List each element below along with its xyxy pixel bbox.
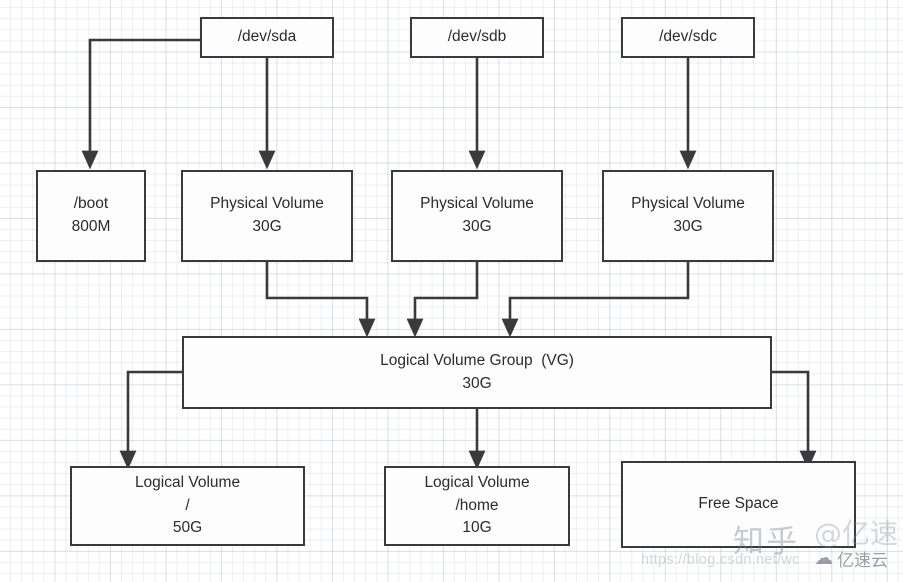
node-logical-volume-home-line-2: /home [455,496,499,514]
node-dev-sdb-line-1: /dev/sdb [447,28,507,46]
node-logical-volume-group-line-1: Logical Volume Group (VG) [380,351,574,369]
node-physical-volume-3-line-2: 30G [673,218,703,235]
node-boot-line-1: /boot [73,195,109,213]
edge-vg-to-free [772,370,817,470]
diagram-canvas: /dev/sda /dev/sdb /dev/sdc /boot 800M Ph… [0,0,903,582]
node-free-space-line-1: Free Space [698,495,779,513]
node-logical-volume-root-line-3: 50G [172,519,203,537]
edge-pv1-to-vg [265,262,376,338]
node-dev-sdc[interactable]: /dev/sdc [621,17,755,58]
edge-pv2-to-vg [406,262,479,338]
node-dev-sda[interactable]: /dev/sda [200,17,334,58]
node-logical-volume-root-line-2: / [185,496,190,514]
watermark-yisuyun: ☁ 亿速云 [814,546,888,572]
watermark-zhihu: 知乎 [733,524,799,560]
node-physical-volume-1-line-1: Physical Volume [210,195,324,213]
edge-pv3-to-vg [501,262,690,338]
node-logical-volume-group-line-2: 30G [462,374,492,392]
node-dev-sda-line-1: /dev/sda [237,28,297,46]
node-physical-volume-2-line-2: 30G [462,218,492,235]
node-logical-volume-home-line-3: 10G [462,519,492,537]
node-logical-volume-group[interactable]: Logical Volume Group (VG) 30G [182,336,772,409]
node-boot[interactable]: /boot 800M [36,170,146,262]
node-boot-line-2: 800M [71,218,111,235]
node-physical-volume-1[interactable]: Physical Volume 30G [181,170,353,262]
node-dev-sdc-line-1: /dev/sdc [659,28,717,46]
node-dev-sdb[interactable]: /dev/sdb [410,17,544,58]
node-logical-volume-root[interactable]: Logical Volume / 50G [70,466,305,546]
cloud-icon: ☁ [814,547,833,569]
node-physical-volume-2[interactable]: Physical Volume 30G [391,170,563,262]
edge-vg-to-lv1 [119,370,182,470]
edge-sda-to-boot [81,38,200,170]
watermark-yisuyun-label: 亿速云 [837,551,888,571]
node-physical-volume-3[interactable]: Physical Volume 30G [602,170,774,262]
node-logical-volume-home[interactable]: Logical Volume /home 10G [384,466,570,546]
node-physical-volume-1-line-2: 30G [252,218,282,235]
node-physical-volume-3-line-1: Physical Volume [631,195,745,213]
node-physical-volume-2-line-1: Physical Volume [420,195,534,213]
node-logical-volume-root-line-1: Logical Volume [134,473,241,491]
node-logical-volume-home-line-1: Logical Volume [424,473,530,491]
